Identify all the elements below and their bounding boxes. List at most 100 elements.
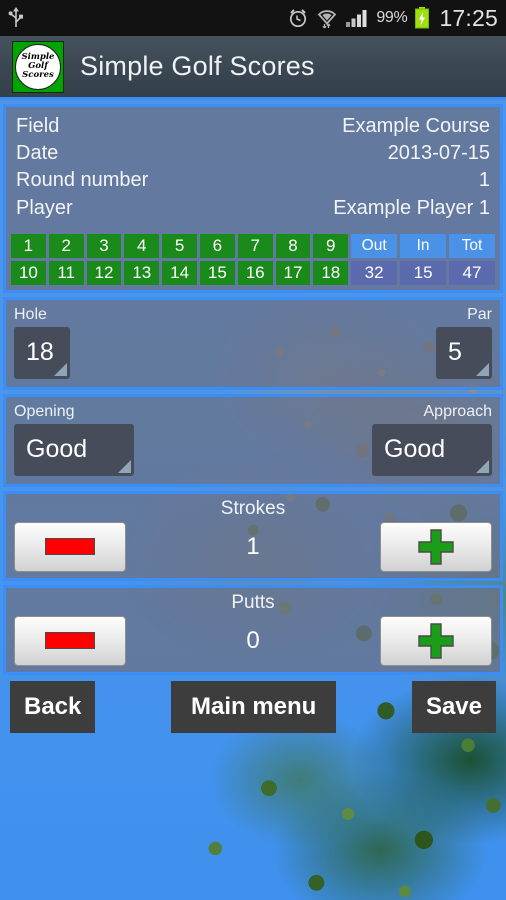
info-row-field: Field Example Course xyxy=(16,113,490,140)
putts-counter: Putts 0 xyxy=(6,588,500,672)
chevron-down-icon xyxy=(54,362,67,376)
strokes-increment-button[interactable] xyxy=(379,521,492,572)
hole-cell[interactable]: 15 xyxy=(199,260,235,285)
back-button[interactable]: Back xyxy=(10,680,96,733)
battery-percent-label: 99% xyxy=(376,9,408,26)
putts-decrement-button[interactable] xyxy=(14,615,126,666)
hole-par-panel: Hole Par 18 5 xyxy=(3,296,503,390)
app-logo-icon[interactable]: Simple Golf Scores xyxy=(12,40,64,93)
hole-row-front-nine: 1 2 3 4 5 6 7 8 9 Out In Tot xyxy=(11,233,495,258)
approach-spinner-value: Good xyxy=(384,435,446,464)
info-row-date: Date 2013-07-15 xyxy=(16,140,490,167)
info-value-player: Example Player 1 xyxy=(333,196,490,219)
opening-spinner[interactable]: Good xyxy=(14,423,134,476)
alarm-clock-icon xyxy=(290,9,307,28)
app-logo-line-3: Scores xyxy=(22,69,54,80)
plus-icon xyxy=(417,528,455,566)
shot-quality-row: Opening Approach Good Good xyxy=(6,397,500,484)
hole-cell[interactable]: 2 xyxy=(48,233,84,258)
putts-label: Putts xyxy=(231,591,275,613)
strokes-value: 1 xyxy=(246,532,260,560)
info-row-round-number: Round number 1 xyxy=(16,167,490,194)
strokes-label: Strokes xyxy=(220,497,286,519)
wifi-icon xyxy=(318,10,337,29)
info-value-field: Example Course xyxy=(342,115,490,137)
hole-cell[interactable]: 6 xyxy=(199,233,235,258)
chevron-down-icon xyxy=(476,362,489,376)
info-value-round-number: 1 xyxy=(478,169,490,192)
hole-label: Hole xyxy=(14,305,47,323)
strokes-counter: Strokes 1 xyxy=(6,494,500,578)
shot-quality-labels: Opening Approach xyxy=(14,403,492,421)
hole-score-grid: 1 2 3 4 5 6 7 8 9 Out In Tot 10 11 12 13… xyxy=(6,230,500,290)
summary-header-in: In xyxy=(400,233,447,258)
hole-cell[interactable]: 11 xyxy=(48,260,84,285)
putts-panel: Putts 0 xyxy=(3,584,503,675)
hole-cell[interactable]: 18 xyxy=(313,260,349,285)
signal-bars-icon xyxy=(346,10,367,27)
par-spinner-value: 5 xyxy=(448,338,462,367)
hole-par-spinners: 18 5 xyxy=(14,326,492,379)
hole-par-labels: Hole Par xyxy=(14,306,492,324)
hole-cell[interactable]: 13 xyxy=(124,260,160,285)
status-bar: 99% 17:25 xyxy=(0,0,506,36)
hole-cell[interactable]: 1 xyxy=(11,233,46,258)
main-menu-button[interactable]: Main menu xyxy=(170,680,337,733)
info-label-date: Date xyxy=(16,142,59,165)
par-label: Par xyxy=(467,305,492,323)
putts-controls: 0 xyxy=(14,615,492,666)
info-row-player: Player Example Player 1 xyxy=(16,195,490,222)
app-title: Simple Golf Scores xyxy=(80,51,315,81)
hole-spinner[interactable]: 18 xyxy=(14,326,70,379)
round-info-rows: Field Example Course Date 2013-07-15 Rou… xyxy=(6,107,500,230)
chevron-down-icon xyxy=(476,459,489,473)
round-info-panel: Field Example Course Date 2013-07-15 Rou… xyxy=(3,104,503,293)
hole-cell[interactable]: 4 xyxy=(124,233,160,258)
summary-value-in: 15 xyxy=(400,260,447,285)
hole-row-back-nine: 10 11 12 13 14 15 16 17 18 32 15 47 xyxy=(11,260,495,285)
hole-cell[interactable]: 16 xyxy=(237,260,273,285)
app-logo-circle: Simple Golf Scores xyxy=(15,43,61,90)
shot-quality-panel: Opening Approach Good Good xyxy=(3,393,503,487)
hole-cell[interactable]: 17 xyxy=(275,260,311,285)
hole-cell[interactable]: 12 xyxy=(86,260,122,285)
action-bar: Simple Golf Scores Simple Golf Scores xyxy=(0,36,506,100)
clock-label: 17:25 xyxy=(439,4,498,31)
opening-label: Opening xyxy=(14,402,75,420)
hole-cell[interactable]: 3 xyxy=(86,233,122,258)
shot-quality-spinners: Good Good xyxy=(14,423,492,476)
status-bar-right: 99% 17:25 xyxy=(287,5,498,32)
hole-cell[interactable]: 5 xyxy=(162,233,197,258)
info-label-player: Player xyxy=(16,196,73,219)
summary-header-tot: Tot xyxy=(449,233,495,258)
strokes-controls: 1 xyxy=(14,521,492,572)
hole-cell[interactable]: 14 xyxy=(162,260,197,285)
approach-label: Approach xyxy=(423,402,493,420)
hole-par-row: Hole Par 18 5 xyxy=(6,300,500,387)
par-spinner[interactable]: 5 xyxy=(436,326,492,379)
info-label-round-number: Round number xyxy=(16,169,149,192)
putts-increment-button[interactable] xyxy=(379,615,492,666)
opening-spinner-value: Good xyxy=(26,435,88,464)
approach-spinner[interactable]: Good xyxy=(372,423,492,476)
bottom-button-bar: Back Main menu Save xyxy=(0,680,506,734)
strokes-decrement-button[interactable] xyxy=(14,521,126,572)
plus-icon xyxy=(417,622,455,660)
hole-cell[interactable]: 10 xyxy=(11,260,46,285)
app-root: 99% 17:25 Simple Golf Scores Simple Golf… xyxy=(0,0,506,900)
putts-value: 0 xyxy=(246,626,260,654)
strokes-panel: Strokes 1 xyxy=(3,490,503,581)
save-button[interactable]: Save xyxy=(411,680,496,733)
summary-value-out: 32 xyxy=(351,260,398,285)
summary-value-tot: 47 xyxy=(449,260,495,285)
minus-icon xyxy=(45,632,95,650)
summary-header-out: Out xyxy=(351,233,398,258)
battery-charging-icon xyxy=(415,7,430,29)
status-bar-left xyxy=(6,6,26,30)
hole-cell[interactable]: 7 xyxy=(237,233,273,258)
minus-icon xyxy=(45,538,95,556)
hole-cell[interactable]: 9 xyxy=(313,233,349,258)
usb-icon xyxy=(8,7,23,27)
info-value-date: 2013-07-15 xyxy=(387,142,490,165)
hole-cell[interactable]: 8 xyxy=(275,233,311,258)
